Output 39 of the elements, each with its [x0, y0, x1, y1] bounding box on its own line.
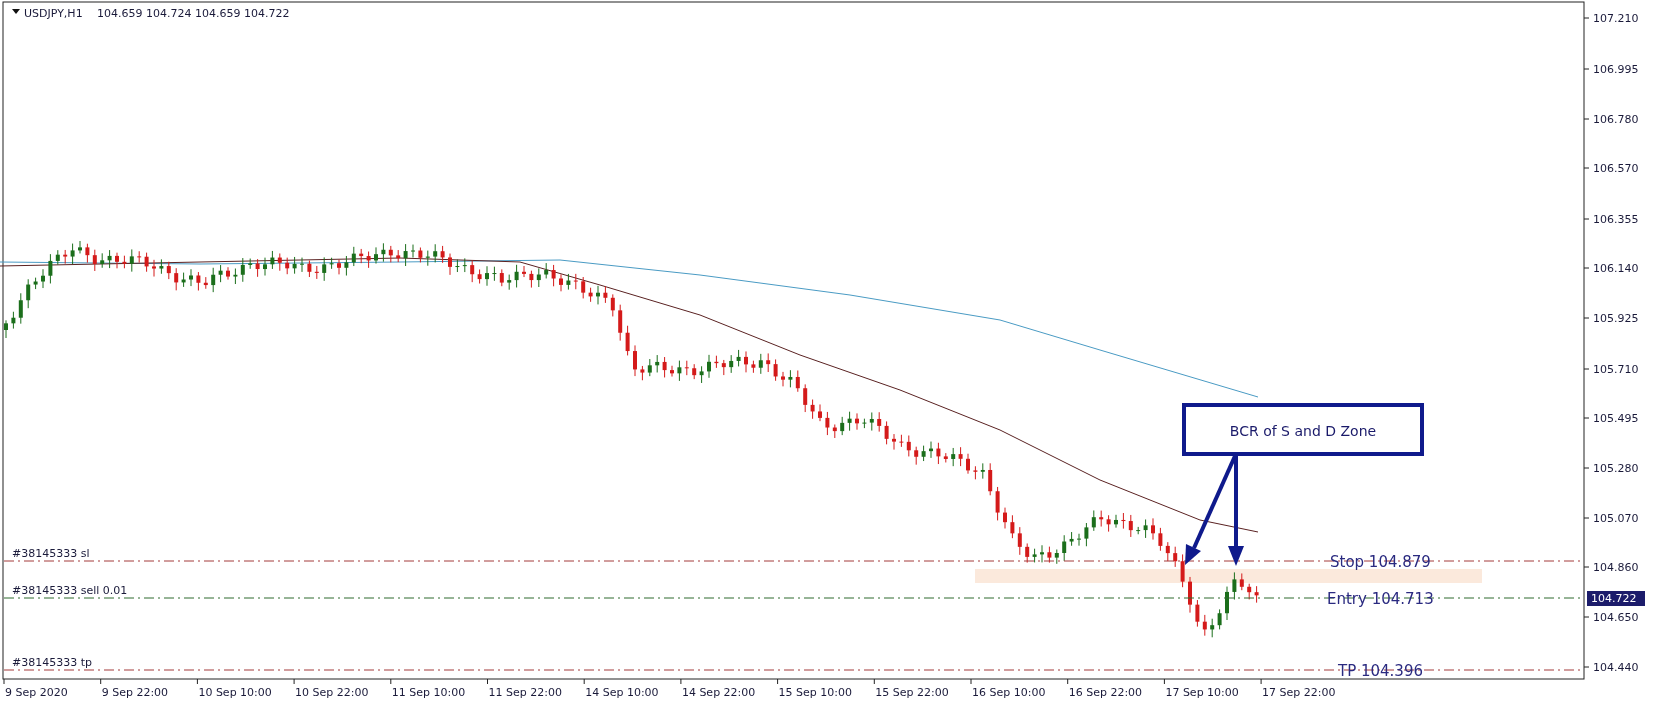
price-axis-label: 106.140 — [1593, 262, 1639, 275]
price-axis-label: 106.570 — [1593, 162, 1639, 175]
time-axis-label: 16 Sep 10:00 — [972, 686, 1046, 699]
order-price-label: Stop 104.879 — [1330, 553, 1431, 571]
order-line-label: #38145333 tp — [12, 656, 92, 669]
chart-symbol: USDJPY,H1 — [24, 7, 83, 20]
price-axis-label: 105.710 — [1593, 363, 1639, 376]
time-axis-label: 11 Sep 10:00 — [391, 686, 466, 699]
callout-text: BCR of S and D Zone — [1229, 423, 1377, 439]
time-axis-label: 14 Sep 10:00 — [585, 686, 659, 699]
price-axis-label: 104.650 — [1593, 611, 1639, 624]
order-line-label: #38145333 sl — [12, 547, 90, 560]
price-axis-label: 107.210 — [1593, 12, 1639, 25]
time-axis-label: 17 Sep 10:00 — [1165, 686, 1239, 699]
current-price-tag: 104.722 — [1587, 591, 1645, 606]
price-quote: 104.659 104.724 104.659 104.722 — [97, 7, 290, 20]
price-axis-label: 105.070 — [1593, 512, 1639, 525]
price-axis-label: 104.860 — [1593, 561, 1639, 574]
time-axis-label: 10 Sep 10:00 — [198, 686, 272, 699]
time-axis-label: 10 Sep 22:00 — [295, 686, 369, 699]
order-price-label: Entry 104.713 — [1327, 590, 1434, 608]
price-axis-label: 106.355 — [1593, 213, 1639, 226]
time-axis-label: 11 Sep 22:00 — [488, 686, 562, 699]
price-axis-label: 106.780 — [1593, 113, 1639, 126]
time-axis-label: 9 Sep 2020 — [5, 686, 68, 699]
price-axis-label: 105.495 — [1593, 412, 1639, 425]
time-axis-label: 14 Sep 22:00 — [681, 686, 756, 699]
order-line-label: #38145333 sell 0.01 — [12, 584, 128, 597]
price-axis-label: 104.440 — [1593, 661, 1639, 674]
time-axis-label: 17 Sep 22:00 — [1262, 686, 1336, 699]
time-axis-label: 9 Sep 22:00 — [101, 686, 169, 699]
price-axis-label: 105.925 — [1593, 312, 1639, 325]
price-axis-label: 105.280 — [1593, 462, 1639, 475]
order-price-label: TP 104.396 — [1338, 662, 1423, 680]
dropdown-arrow-icon[interactable] — [12, 9, 20, 14]
time-axis-label: 15 Sep 22:00 — [875, 686, 949, 699]
price-axis-label: 106.995 — [1593, 63, 1639, 76]
time-axis-label: 16 Sep 22:00 — [1068, 686, 1143, 699]
time-axis-label: 15 Sep 10:00 — [778, 686, 853, 699]
